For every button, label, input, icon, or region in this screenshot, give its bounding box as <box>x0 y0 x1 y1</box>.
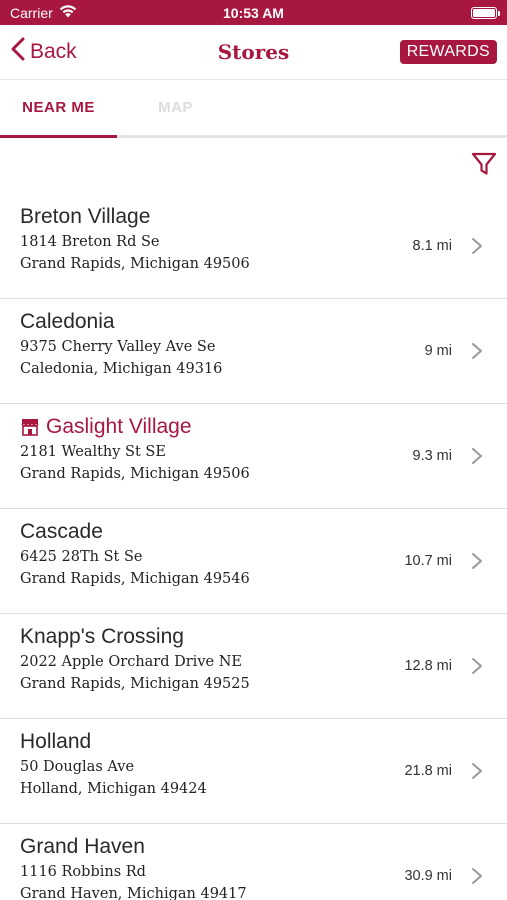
storefront-icon <box>20 417 40 437</box>
store-distance: 9 mi <box>424 343 452 359</box>
store-row-home[interactable]: Gaslight Village 2181 Wealthy St SE Gran… <box>0 404 507 509</box>
chevron-right-icon <box>471 824 483 900</box>
carrier-label: Carrier <box>10 4 53 21</box>
back-label: Back <box>30 40 77 63</box>
chevron-right-icon <box>471 404 483 508</box>
status-left: Carrier <box>10 5 77 21</box>
back-button[interactable]: Back <box>10 37 77 67</box>
store-distance: 9.3 mi <box>412 448 453 464</box>
store-distance: 8.1 mi <box>412 238 453 254</box>
store-row[interactable]: Grand Haven 1116 Robbins Rd Grand Haven,… <box>0 824 507 900</box>
chevron-right-icon <box>471 299 483 403</box>
navigation-bar: Back Stores REWARDS <box>0 25 507 80</box>
filter-icon[interactable] <box>471 151 497 182</box>
chevron-left-icon <box>10 37 26 67</box>
store-name-text: Knapp's Crossing <box>20 625 184 648</box>
store-row[interactable]: Knapp's Crossing 2022 Apple Orchard Driv… <box>0 614 507 719</box>
store-name-text: Holland <box>20 730 92 753</box>
chevron-right-icon <box>471 194 483 298</box>
status-bar: Carrier 10:53 AM <box>0 0 507 25</box>
rewards-button[interactable]: REWARDS <box>399 40 497 64</box>
tab-bar: NEAR ME MAP <box>0 80 507 138</box>
store-name-text: Caledonia <box>20 310 115 333</box>
store-address-line2: Caledonia, Michigan 49316 <box>20 361 223 377</box>
wifi-icon <box>59 4 77 21</box>
tab-near-me[interactable]: NEAR ME <box>0 80 117 138</box>
store-row[interactable]: Caledonia 9375 Cherry Valley Ave Se Cale… <box>0 299 507 404</box>
chevron-right-icon <box>471 614 483 718</box>
store-row[interactable]: Holland 50 Douglas Ave Holland, Michigan… <box>0 719 507 824</box>
chevron-right-icon <box>471 719 483 823</box>
store-distance: 21.8 mi <box>404 763 452 779</box>
store-distance: 12.8 mi <box>404 658 452 674</box>
store-name-text: Cascade <box>20 520 103 543</box>
battery-icon <box>471 6 500 19</box>
store-row[interactable]: Cascade 6425 28Th St Se Grand Rapids, Mi… <box>0 509 507 614</box>
filter-row <box>0 138 507 194</box>
store-distance: 30.9 mi <box>404 868 452 884</box>
store-name-text: Breton Village <box>20 205 151 228</box>
store-name-text: Grand Haven <box>20 835 145 858</box>
store-list: Breton Village 1814 Breton Rd Se Grand R… <box>0 194 507 900</box>
store-distance: 10.7 mi <box>404 553 452 569</box>
store-name-text: Gaslight Village <box>46 415 192 438</box>
store-address-line1: 9375 Cherry Valley Ave Se <box>20 339 216 355</box>
chevron-right-icon <box>471 509 483 613</box>
store-row[interactable]: Breton Village 1814 Breton Rd Se Grand R… <box>0 194 507 299</box>
store-name: Caledonia <box>20 308 487 336</box>
tab-map[interactable]: MAP <box>117 80 234 135</box>
